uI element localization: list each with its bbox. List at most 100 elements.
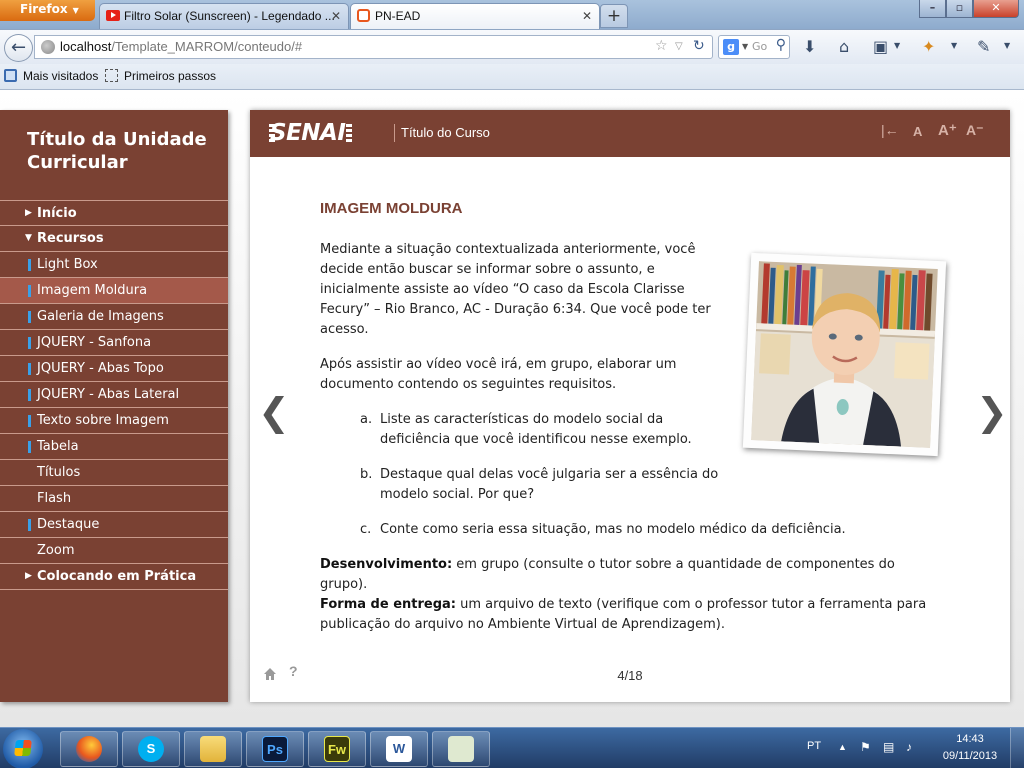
youtube-icon [106, 10, 120, 21]
collapse-sidebar-icon[interactable]: |← [881, 122, 899, 138]
intro-line: decide então buscar se informar sobre o … [320, 262, 655, 277]
home-icon[interactable]: ⌂ [839, 37, 849, 56]
item-marker-icon [28, 441, 31, 453]
intro-line: Fecury” – Rio Branco, AC - Duração 6:34.… [320, 302, 711, 317]
list-item-text: Destaque qual delas você julgaria ser a … [380, 467, 719, 482]
taskbar-skype-button[interactable]: S [122, 731, 180, 767]
delivery-line: publicação do arquivo no Ambiente Virtua… [320, 617, 725, 632]
chevron-down-icon[interactable]: ▼ [1004, 41, 1010, 50]
chevron-down-icon[interactable]: ▼ [894, 41, 900, 50]
intro-line: inicialmente assiste ao vídeo “O caso da… [320, 282, 685, 297]
sidebar-item-jquery-abas-lateral[interactable]: JQUERY - Abas Lateral [0, 382, 228, 408]
item-marker-icon [28, 363, 31, 375]
sidebar-item-zoom[interactable]: Zoom [0, 538, 228, 564]
taskbar-firefox-button[interactable] [60, 731, 118, 767]
dropdown-icon[interactable]: ▽ [675, 41, 683, 52]
show-hidden-icons-icon[interactable]: ▲ [838, 742, 847, 752]
sidebar-item-label: Flash [37, 491, 72, 506]
development-text: em grupo (consulte o tutor sobre a quant… [452, 557, 895, 572]
tab-pn-ead[interactable]: PN-EAD ✕ [350, 3, 600, 29]
taskbar-word-button[interactable]: W [370, 731, 428, 767]
delivery-text: um arquivo de texto (verifique com o pro… [455, 597, 927, 612]
download-icon[interactable]: ⬇ [803, 37, 816, 56]
globe-icon [41, 40, 55, 54]
close-window-button[interactable]: ✕ [973, 0, 1019, 18]
tab-title: PN-EAD [375, 9, 421, 23]
sidebar-item-inicio[interactable]: ▶ Início [0, 200, 228, 226]
tab-youtube[interactable]: Filtro Solar (Sunscreen) - Legendado ...… [99, 3, 349, 29]
window-controls: – ▫ ✕ [919, 0, 1019, 18]
sidebar-item-titulos[interactable]: Títulos [0, 460, 228, 486]
firefox-icon [76, 736, 102, 762]
sidebar-item-recursos[interactable]: ▼ Recursos [0, 226, 228, 252]
font-reset-icon[interactable]: A [913, 124, 922, 139]
font-decrease-icon[interactable]: A⁻ [966, 122, 984, 139]
help-icon[interactable]: ? [289, 663, 298, 679]
framed-photo[interactable] [742, 252, 947, 457]
start-button[interactable] [3, 729, 43, 768]
clock-date[interactable]: 09/11/2013 [937, 750, 1003, 762]
sidebar-item-tabela[interactable]: Tabela [0, 434, 228, 460]
search-icon[interactable]: ⚲ [776, 37, 786, 53]
network-icon[interactable]: ▤ [883, 740, 894, 754]
close-icon[interactable]: ✕ [582, 4, 592, 28]
show-desktop-button[interactable] [1010, 728, 1024, 768]
minimize-button[interactable]: – [919, 0, 946, 18]
header-divider [394, 124, 395, 142]
sidebar-item-label: Texto sobre Imagem [37, 413, 169, 428]
sidebar-item-jquery-abas-topo[interactable]: JQUERY - Abas Topo [0, 356, 228, 382]
language-indicator[interactable]: PT [807, 740, 821, 752]
back-button[interactable]: ← [4, 34, 33, 62]
reload-icon[interactable]: ↻ [693, 38, 705, 54]
instruction-line: Após assistir ao vídeo você irá, em grup… [320, 357, 677, 372]
addon-icon[interactable]: ✦ [922, 37, 935, 56]
search-input[interactable]: Go [752, 40, 767, 53]
volume-icon[interactable]: ♪ [906, 740, 912, 754]
maximize-button[interactable]: ▫ [946, 0, 973, 18]
tab-title: Filtro Solar (Sunscreen) - Legendado ... [124, 9, 335, 23]
search-bar[interactable]: g ▼ Go ⚲ [718, 35, 790, 59]
page-indicator: 4/18 [617, 668, 643, 683]
sidebar-item-imagem-moldura[interactable]: Imagem Moldura [0, 278, 228, 304]
bookmark-mais-visitados[interactable]: Mais visitados [4, 69, 98, 83]
item-marker-icon [28, 415, 31, 427]
fireworks-icon: Fw [324, 736, 350, 762]
eyedropper-icon[interactable]: ✎ [977, 37, 990, 56]
senai-logo: SENAI [268, 120, 353, 146]
action-center-icon[interactable]: ⚑ [860, 740, 871, 754]
previous-page-button[interactable]: ❮ [258, 390, 290, 434]
font-increase-icon[interactable]: A⁺ [938, 121, 957, 139]
delivery-line: Forma de entrega: um arquivo de texto (v… [320, 595, 926, 615]
taskbar-fireworks-button[interactable]: Fw [308, 731, 366, 767]
taskbar-photoshop-button[interactable]: Ps [246, 731, 304, 767]
sidebar-item-light-box[interactable]: Light Box [0, 252, 228, 278]
clock-time[interactable]: 14:43 [940, 733, 1000, 745]
sidebar-item-flash[interactable]: Flash [0, 486, 228, 512]
sidebar-item-colocando-em-pratica[interactable]: ▶ Colocando em Prática [0, 564, 228, 590]
home-icon[interactable] [263, 667, 277, 681]
sidebar-item-label: Galeria de Imagens [37, 309, 164, 324]
address-bar[interactable]: localhost/Template_MARROM/conteudo/# ☆ ▽… [34, 35, 713, 59]
sidebar-item-galeria-de-imagens[interactable]: Galeria de Imagens [0, 304, 228, 330]
new-tab-button[interactable]: + [600, 4, 628, 28]
sidebar-item-destaque[interactable]: Destaque [0, 512, 228, 538]
bookmark-label: Primeiros passos [124, 69, 217, 83]
bookmarks-icon[interactable]: ▣ [873, 37, 888, 56]
close-icon[interactable]: ✕ [331, 4, 341, 28]
firefox-menu-button[interactable]: Firefox ▼ [0, 0, 95, 21]
bookmark-primeiros-passos[interactable]: Primeiros passos [105, 69, 216, 83]
chevron-down-icon[interactable]: ▼ [951, 41, 957, 50]
photoshop-icon: Ps [262, 736, 288, 762]
url-path: /Template_MARROM/conteudo/# [111, 39, 303, 54]
taskbar-explorer-button[interactable] [184, 731, 242, 767]
google-icon[interactable]: g [723, 39, 739, 55]
next-page-button[interactable]: ❯ [976, 390, 1008, 434]
list-item-text: Liste as características do modelo socia… [380, 412, 664, 427]
sidebar-menu: ▶ Início ▼ Recursos Light Box Imagem Moldura G… [0, 200, 228, 590]
content-panel: SENAI Título do Curso |← A A⁺ A⁻ IMAGEM … [250, 110, 1010, 702]
star-icon[interactable]: ☆ [655, 38, 668, 54]
list-marker: c. [360, 522, 372, 537]
sidebar-item-texto-sobre-imagem[interactable]: Texto sobre Imagem [0, 408, 228, 434]
sidebar-item-jquery-sanfona[interactable]: JQUERY - Sanfona [0, 330, 228, 356]
taskbar-notepad-button[interactable] [432, 731, 490, 767]
